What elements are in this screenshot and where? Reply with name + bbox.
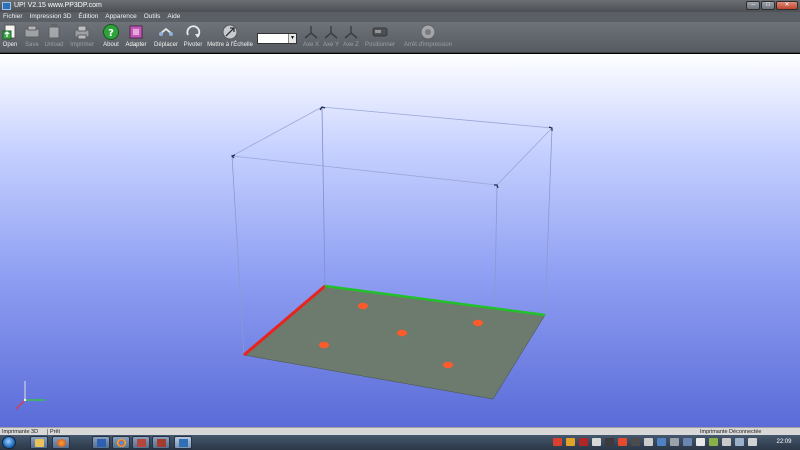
corner-marker xyxy=(494,184,499,189)
printer-icon xyxy=(74,25,90,40)
build-volume-top xyxy=(230,106,553,186)
unload-button[interactable]: Unload xyxy=(43,23,65,50)
tray-app-icon[interactable] xyxy=(566,438,575,446)
print-button[interactable]: Imprimer xyxy=(66,23,98,50)
tray-app-icon[interactable] xyxy=(631,438,640,446)
rotate-icon xyxy=(186,25,201,38)
toolbar: Open Save Unload Imprimer ? About Adapte… xyxy=(0,22,800,53)
chrome-icon xyxy=(117,439,126,447)
open-file-icon xyxy=(2,24,16,40)
about-button[interactable]: ? About xyxy=(100,23,122,50)
build-volume-edge xyxy=(544,127,553,316)
close-button[interactable]: ✕ xyxy=(776,1,798,10)
build-volume-edge xyxy=(231,155,245,356)
menu-apparence[interactable]: Apparence xyxy=(105,12,136,22)
taskbar-clock[interactable]: 22:09 xyxy=(770,435,798,450)
taskbar-app-tool[interactable] xyxy=(152,436,170,449)
plate-hole xyxy=(397,329,407,337)
menu-bar: Fichier Impression 3D Édition Apparence … xyxy=(0,12,800,22)
media-icon xyxy=(137,439,146,447)
tray-app-icon[interactable] xyxy=(683,438,692,446)
up-app-icon xyxy=(179,439,188,447)
tray-app-icon[interactable] xyxy=(553,438,562,446)
tray-app-icon[interactable] xyxy=(709,438,718,446)
menu-outils[interactable]: Outils xyxy=(144,12,161,22)
save-icon xyxy=(24,25,40,38)
menu-aide[interactable]: Aide xyxy=(167,12,180,22)
maximize-button[interactable]: □ xyxy=(761,1,775,10)
scale-icon xyxy=(222,24,238,40)
plate-hole xyxy=(473,319,483,327)
move-icon xyxy=(159,27,173,36)
tray-app-icon[interactable] xyxy=(618,438,627,446)
taskbar-app-explorer[interactable] xyxy=(30,436,48,449)
tray-app-icon[interactable] xyxy=(670,438,679,446)
stop-print-button[interactable]: Arrêt d'impression xyxy=(400,23,456,50)
word-icon xyxy=(97,439,106,447)
taskbar-app-up[interactable] xyxy=(174,436,192,449)
menu-impression-3d[interactable]: Impression 3D xyxy=(30,12,72,22)
axis-x-icon xyxy=(304,26,318,39)
volume-icon[interactable] xyxy=(735,438,744,446)
open-button[interactable]: Open xyxy=(0,23,20,50)
window-controls: – □ ✕ xyxy=(746,1,798,10)
build-volume-edge xyxy=(321,106,326,287)
chevron-down-icon[interactable]: ▼ xyxy=(288,34,296,43)
plate-hole xyxy=(319,341,329,349)
menu-edition[interactable]: Édition xyxy=(78,12,98,22)
move-button[interactable]: Déplacer xyxy=(152,23,180,50)
network-icon[interactable] xyxy=(722,438,731,446)
tray-app-icon[interactable] xyxy=(644,438,653,446)
title-bar: UP! V2.15 www.PP3DP.com – □ ✕ xyxy=(0,0,800,12)
position-icon xyxy=(372,27,388,37)
axis-y-button[interactable]: Axe Y xyxy=(321,23,341,50)
app-icon xyxy=(2,2,11,10)
tray-app-icon[interactable] xyxy=(605,438,614,446)
firefox-icon xyxy=(57,439,66,447)
build-volume-scene xyxy=(15,106,553,410)
fit-button[interactable]: Adapter xyxy=(123,23,149,50)
window-title: UP! V2.15 www.PP3DP.com xyxy=(14,2,102,9)
stop-print-icon xyxy=(420,24,436,40)
scale-button[interactable]: Mettre à l'Échelle xyxy=(206,23,254,50)
plate-hole xyxy=(443,361,453,369)
unload-icon xyxy=(48,24,60,39)
scale-select[interactable]: ▼ xyxy=(257,33,297,44)
taskbar-app-firefox[interactable] xyxy=(52,436,70,449)
plate-hole xyxy=(358,302,368,310)
help-icon: ? xyxy=(103,24,119,40)
minimize-button[interactable]: – xyxy=(746,1,760,10)
fit-icon xyxy=(129,25,143,39)
axis-x-button[interactable]: Axe X xyxy=(301,23,321,50)
save-button[interactable]: Save xyxy=(22,23,42,50)
folder-icon xyxy=(35,439,44,447)
svg-text:?: ? xyxy=(108,28,114,39)
flag-icon[interactable] xyxy=(748,438,757,446)
tray-app-icon[interactable] xyxy=(657,438,666,446)
menu-fichier[interactable]: Fichier xyxy=(3,12,23,22)
build-plate xyxy=(243,285,546,400)
axis-z-icon xyxy=(344,26,358,39)
tray-app-icon[interactable] xyxy=(592,438,601,446)
taskbar-app-media[interactable] xyxy=(132,436,150,449)
tray-app-icon[interactable] xyxy=(579,438,588,446)
rotate-button[interactable]: Pivoter xyxy=(182,23,204,50)
position-button[interactable]: Positionner xyxy=(363,23,397,50)
app-icon xyxy=(157,439,166,447)
taskbar: 22:09 xyxy=(0,435,800,450)
axis-y-icon xyxy=(324,26,338,39)
axis-gizmo xyxy=(15,381,45,410)
taskbar-app-chrome[interactable] xyxy=(112,436,130,449)
axis-z-button[interactable]: Axe Z xyxy=(341,23,361,50)
taskbar-app-word[interactable] xyxy=(92,436,110,449)
3d-viewport[interactable] xyxy=(0,54,800,427)
start-button[interactable] xyxy=(2,436,16,449)
tray-app-icon[interactable] xyxy=(696,438,705,446)
status-bar: Imprimante 3D Prêt Imprimante Déconnecté… xyxy=(0,427,800,435)
